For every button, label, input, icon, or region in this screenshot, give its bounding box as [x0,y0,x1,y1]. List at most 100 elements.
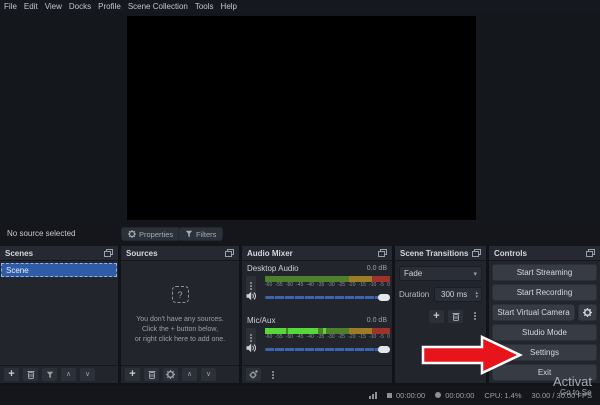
scenes-panel: Scenes Scene + ∧ ∨ [0,246,118,383]
remove-transition-button[interactable] [448,310,463,323]
slider-track [265,348,390,351]
menu-view[interactable]: View [45,2,62,11]
menu-scene-collection[interactable]: Scene Collection [128,2,188,11]
start-streaming-button[interactable]: Start Streaming [492,264,597,281]
scene-list-item[interactable]: Scene [1,263,117,277]
sources-title: Sources [126,249,158,258]
transition-select[interactable]: Fade ▾ [399,266,482,281]
empty-hint-line: Click the + button below, [121,325,239,335]
popout-icon[interactable] [586,249,595,257]
trash-icon [452,312,460,321]
transition-selected-value: Fade [404,269,422,278]
filter-icon [46,371,54,379]
add-source-button[interactable]: + [125,368,140,381]
transition-options-kebab-icon[interactable] [467,310,482,323]
mixer-toolbar [242,365,392,383]
program-canvas[interactable] [127,16,476,220]
scene-item-label: Scene [6,266,29,275]
record-status-icon [435,392,441,398]
scenes-panel-header: Scenes [0,246,118,261]
fps-indicator: 30.00 / 30.00 FPS [532,391,592,400]
sources-panel: Sources ? You don't have any sources. Cl… [121,246,239,383]
scenes-toolbar: + ∧ ∨ [0,365,118,383]
red-arrow-annotation [420,334,524,376]
stream-status-icon [387,393,392,398]
menu-bar: File Edit View Docks Profile Scene Colle… [0,0,600,12]
gear-icon [166,370,175,379]
meter-scale: -60-55-50-45-40-35-30-25-20-15-10-50 [265,335,390,340]
sources-empty-state[interactable]: ? You don't have any sources. Click the … [121,286,239,345]
meter-scale: -60-55-50-45-40-35-30-25-20-15-10-50 [265,283,390,288]
volume-slider[interactable] [265,346,390,353]
menu-help[interactable]: Help [221,2,237,11]
properties-button[interactable]: Properties [121,227,180,241]
empty-hint-line: or right click here to add one. [121,335,239,345]
source-toolbar: No source selected Properties Filters [0,222,600,246]
controls-header: Controls [489,246,600,261]
menu-edit[interactable]: Edit [24,2,38,11]
controls-title: Controls [494,249,527,258]
popout-icon[interactable] [104,249,113,257]
duration-label: Duration [399,290,429,299]
filters-button[interactable]: Filters [178,227,223,241]
slider-handle[interactable] [378,294,390,301]
move-scene-down-button[interactable]: ∨ [80,368,95,381]
virtual-camera-settings-button[interactable] [578,304,597,321]
add-scene-button[interactable]: + [4,368,19,381]
channel-name: Desktop Audio [247,264,299,273]
menu-profile[interactable]: Profile [98,2,121,11]
empty-hint-line: You don't have any sources. [121,315,239,325]
chevron-down-icon: ▾ [473,270,477,278]
sources-toolbar: + ∧ ∨ [121,365,239,383]
gear-icon [249,370,258,379]
network-signal-icon [369,392,377,399]
gear-icon [583,308,592,317]
transitions-toolbar: + [395,308,482,324]
mixer-options-kebab-icon[interactable] [265,368,280,381]
source-status-text: No source selected [7,229,75,238]
record-timer: 00:00:00 [435,391,474,400]
scene-filters-button[interactable] [42,368,57,381]
remove-scene-button[interactable] [23,368,38,381]
trash-icon [27,370,35,379]
stream-timer: 00:00:00 [387,391,425,400]
slider-track [265,296,390,299]
menu-file[interactable]: File [4,2,17,11]
advanced-audio-properties-button[interactable] [246,368,261,381]
duration-spinbox[interactable]: 300 ms ▴ ▾ [434,287,482,302]
start-recording-button[interactable]: Start Recording [492,284,597,301]
audio-mixer-panel: Audio Mixer Desktop Audio 0.0 dB -60-55-… [242,246,392,383]
speaker-icon[interactable] [246,343,257,353]
menu-tools[interactable]: Tools [195,2,214,11]
source-properties-button[interactable] [163,368,178,381]
scenes-title: Scenes [5,249,33,258]
popout-icon[interactable] [472,249,481,257]
volume-slider[interactable] [265,294,390,301]
speaker-icon[interactable] [246,291,257,301]
channel-level-db: 0.0 dB [367,265,387,272]
audio-mixer-header: Audio Mixer [242,246,392,261]
question-mark-icon: ? [172,286,189,303]
trash-icon [148,370,156,379]
add-transition-button[interactable]: + [429,310,444,323]
scene-transitions-title: Scene Transitions [400,249,468,258]
audio-mixer-title: Audio Mixer [247,249,293,258]
move-source-up-button[interactable]: ∧ [182,368,197,381]
spinner-arrows[interactable]: ▴ ▾ [475,291,478,299]
popout-icon[interactable] [378,249,387,257]
duration-value: 300 ms [441,290,467,299]
preview-area [0,12,600,222]
properties-label: Properties [139,230,173,239]
popout-icon[interactable] [225,249,234,257]
start-virtual-camera-button[interactable]: Start Virtual Camera [492,304,575,321]
move-source-down-button[interactable]: ∨ [201,368,216,381]
obs-main-window: { "menu": { "items": ["File", "Edit", "V… [0,0,600,405]
cpu-usage: CPU: 1.4% [484,391,521,400]
scene-transitions-header: Scene Transitions [395,246,486,261]
filters-label: Filters [196,230,216,239]
remove-source-button[interactable] [144,368,159,381]
move-scene-up-button[interactable]: ∧ [61,368,76,381]
menu-docks[interactable]: Docks [69,2,91,11]
channel-level-db: 0.0 dB [367,317,387,324]
slider-handle[interactable] [378,346,390,353]
